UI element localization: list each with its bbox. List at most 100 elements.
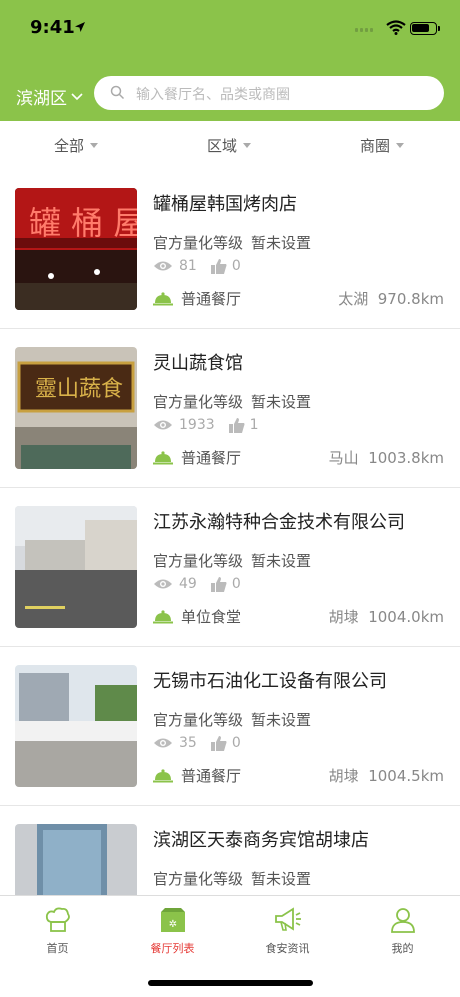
- view-count: 35: [179, 735, 197, 751]
- user-icon: [390, 908, 415, 933]
- filter-region[interactable]: 区域: [207, 135, 252, 156]
- search-icon: [110, 85, 125, 100]
- search-input[interactable]: 输入餐厅名、品类或商圈: [94, 76, 444, 110]
- location-distance: 太湖 970.8km: [338, 288, 444, 309]
- district-label: 滨湖区: [16, 89, 67, 109]
- grade-info: 官方量化等级 暂未设置: [153, 232, 311, 253]
- grade-info: 官方量化等级 暂未设置: [153, 868, 311, 889]
- eye-icon: [154, 261, 172, 271]
- megaphone-icon: [274, 907, 301, 931]
- grade-label: 官方量化等级: [153, 870, 244, 888]
- battery-icon: [410, 22, 440, 35]
- area-name: 太湖: [338, 290, 369, 308]
- restaurant-item[interactable]: 罐 桶 屋 罐桶屋韩国烤肉店 官方量化等级 暂未设置 81 0 普通餐厅 太湖 9…: [0, 170, 460, 329]
- restaurant-name: 江苏永瀚特种合金技术有限公司: [153, 512, 405, 533]
- restaurant-name: 罐桶屋韩国烤肉店: [153, 194, 297, 215]
- restaurant-type-label: 单位食堂: [181, 608, 242, 626]
- home-indicator[interactable]: [148, 980, 313, 986]
- svg-text:罐 桶 屋: 罐 桶 屋: [29, 204, 137, 242]
- tab-restaurant-list[interactable]: ✲ 餐厅列表: [115, 904, 230, 956]
- tab-home[interactable]: 首页: [0, 904, 115, 956]
- distance-value: 1004.5km: [368, 767, 444, 785]
- filter-all-label: 全部: [54, 137, 85, 155]
- filter-bar: 全部 区域 商圈: [0, 121, 460, 171]
- status-time: 9:41: [30, 17, 75, 38]
- like-count: 0: [231, 576, 241, 592]
- chevron-down-icon: [71, 92, 83, 100]
- view-count: 81: [179, 258, 197, 274]
- restaurant-photo: 靈山蔬食: [15, 347, 137, 469]
- view-count: 49: [179, 576, 197, 592]
- area-name: 胡埭: [328, 608, 359, 626]
- district-selector[interactable]: 滨湖区: [16, 84, 83, 109]
- chef-hat-icon: [45, 907, 70, 932]
- thumbs-up-icon[interactable]: [210, 735, 227, 751]
- restaurant-type: 普通餐厅: [153, 288, 241, 309]
- thumbs-up-icon[interactable]: [210, 576, 227, 592]
- svg-text:✲: ✲: [168, 919, 176, 930]
- distance-value: 970.8km: [377, 290, 444, 308]
- wifi-icon: [386, 20, 406, 35]
- location-distance: 马山 1003.8km: [329, 447, 444, 468]
- restaurant-photo: [15, 506, 137, 628]
- like-count: 1: [249, 417, 259, 433]
- grade-info: 官方量化等级 暂未设置: [153, 709, 311, 730]
- restaurant-name: 灵山蔬食馆: [153, 353, 243, 374]
- restaurant-type: 单位食堂: [153, 606, 241, 627]
- eye-icon: [154, 579, 172, 589]
- app-header: 9:41 滨湖区 输入餐厅名、品类或商圈: [0, 0, 460, 121]
- food-cloche-icon: [153, 768, 173, 782]
- restaurant-stats: 35 0: [153, 735, 241, 751]
- grade-label: 官方量化等级: [153, 393, 244, 411]
- grade-value: 暂未设置: [251, 234, 312, 252]
- area-name: 马山: [328, 449, 359, 467]
- tab-restaurant-list-label: 餐厅列表: [150, 942, 195, 955]
- food-cloche-icon: [153, 291, 173, 305]
- thumbs-up-icon[interactable]: [210, 258, 227, 274]
- location-distance: 胡埭 1004.0km: [329, 606, 444, 627]
- like-count: 0: [231, 735, 241, 751]
- restaurant-photo: 罐 桶 屋: [15, 188, 137, 310]
- restaurant-name: 无锡市石油化工设备有限公司: [153, 671, 387, 692]
- svg-text:靈山蔬食: 靈山蔬食: [35, 377, 123, 402]
- grade-value: 暂未设置: [251, 552, 312, 570]
- restaurant-item[interactable]: 无锡市石油化工设备有限公司 官方量化等级 暂未设置 35 0 普通餐厅 胡埭 10…: [0, 647, 460, 806]
- filter-all[interactable]: 全部: [54, 135, 99, 156]
- distance-value: 1003.8km: [368, 449, 444, 467]
- status-bar: 9:41: [0, 0, 460, 56]
- restaurant-item[interactable]: 靈山蔬食 灵山蔬食馆 官方量化等级 暂未设置 1933 1 普通餐厅 马山 100…: [0, 329, 460, 488]
- thumbs-up-icon[interactable]: [228, 417, 245, 433]
- tab-profile[interactable]: 我的: [345, 904, 460, 956]
- view-count: 1933: [179, 417, 215, 433]
- grade-info: 官方量化等级 暂未设置: [153, 391, 311, 412]
- restaurant-list-icon: ✲: [160, 908, 185, 932]
- grade-value: 暂未设置: [251, 711, 312, 729]
- like-count: 0: [231, 258, 241, 274]
- restaurant-stats: 81 0: [153, 258, 241, 274]
- tab-food-safety-news[interactable]: 食安资讯: [230, 904, 345, 956]
- distance-value: 1004.0km: [368, 608, 444, 626]
- restaurant-type-label: 普通餐厅: [181, 767, 242, 785]
- tab-profile-label: 我的: [391, 942, 414, 955]
- tab-home-label: 首页: [46, 942, 69, 955]
- grade-value: 暂未设置: [251, 870, 312, 888]
- dropdown-triangle-icon: [396, 143, 405, 148]
- restaurant-stats: 1933 1: [153, 417, 259, 433]
- restaurant-name: 滨湖区天泰商务宾馆胡埭店: [153, 830, 369, 851]
- restaurant-stats: 49 0: [153, 576, 241, 592]
- grade-info: 官方量化等级 暂未设置: [153, 550, 311, 571]
- restaurant-type-label: 普通餐厅: [181, 449, 242, 467]
- dropdown-triangle-icon: [243, 143, 252, 148]
- cellular-signal-icon: [355, 28, 373, 32]
- grade-label: 官方量化等级: [153, 552, 244, 570]
- filter-business-district[interactable]: 商圈: [360, 135, 405, 156]
- food-cloche-icon: [153, 609, 173, 623]
- filter-region-label: 区域: [207, 137, 238, 155]
- search-placeholder: 输入餐厅名、品类或商圈: [136, 87, 290, 103]
- eye-icon: [154, 420, 172, 430]
- grade-label: 官方量化等级: [153, 234, 244, 252]
- grade-label: 官方量化等级: [153, 711, 244, 729]
- restaurant-photo: [15, 665, 137, 787]
- restaurant-item[interactable]: 江苏永瀚特种合金技术有限公司 官方量化等级 暂未设置 49 0 单位食堂 胡埭 1…: [0, 488, 460, 647]
- dropdown-triangle-icon: [90, 143, 99, 148]
